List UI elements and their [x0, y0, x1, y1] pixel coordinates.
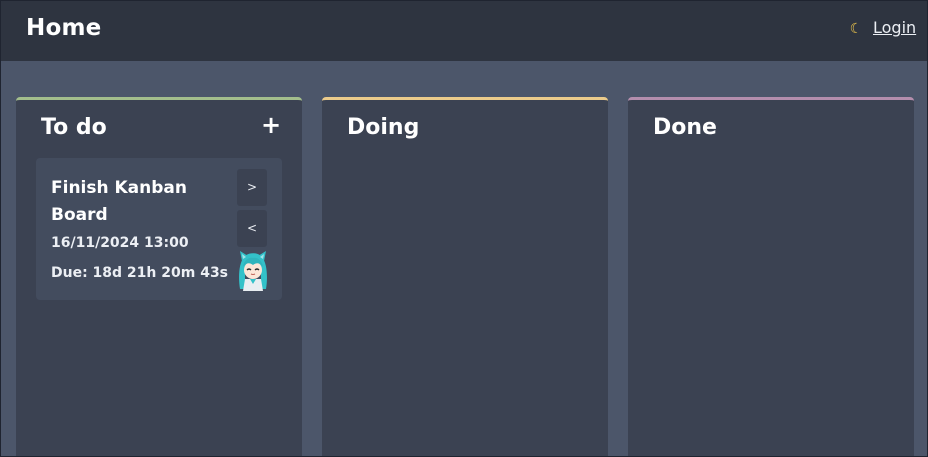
add-task-button[interactable]: + — [261, 112, 281, 138]
move-right-button[interactable]: > — [237, 169, 267, 206]
column-title-todo: To do — [41, 115, 107, 140]
column-done: Done — [628, 97, 914, 457]
column-todo: To do + Finish Kanban Board 16/11/2024 1… — [16, 97, 302, 457]
task-due-countdown: Due: 18d 21h 20m 43s — [51, 265, 229, 281]
column-title-doing: Doing — [347, 115, 420, 140]
task-date: 16/11/2024 13:00 — [51, 235, 189, 251]
moon-icon[interactable]: ☾ — [847, 19, 865, 39]
anime-avatar-icon — [239, 251, 267, 291]
page-title: Home — [26, 15, 102, 41]
move-left-button[interactable]: < — [237, 210, 267, 247]
top-bar: Home ☾ Login — [0, 0, 928, 61]
task-title: Finish Kanban Board — [51, 178, 187, 225]
column-title-done: Done — [653, 115, 717, 140]
login-link[interactable]: Login — [873, 18, 916, 37]
column-doing: Doing — [322, 97, 608, 457]
task-card[interactable]: Finish Kanban Board 16/11/2024 13:00 Due… — [36, 158, 282, 300]
